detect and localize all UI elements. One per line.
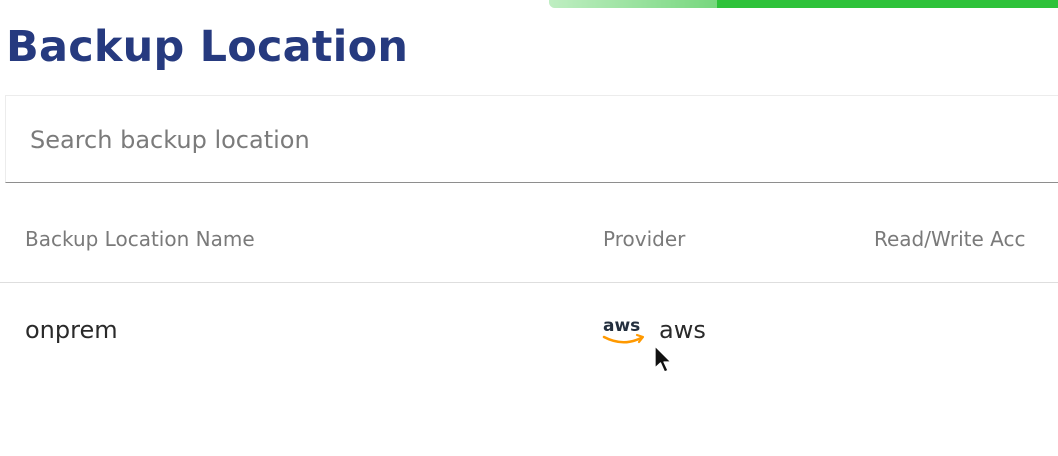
table-row[interactable]: onprem aws aws bbox=[0, 283, 1058, 379]
mouse-pointer-icon bbox=[654, 345, 672, 373]
column-header-provider[interactable]: Provider bbox=[603, 227, 685, 251]
column-header-read-write-access[interactable]: Read/Write Acc bbox=[874, 227, 1025, 251]
provider-cell: aws bbox=[659, 316, 706, 344]
page-title: Backup Location bbox=[6, 22, 409, 72]
aws-logo-icon: aws bbox=[602, 316, 645, 344]
progress-bar-fill bbox=[716, 0, 1058, 8]
aws-logo-text: aws bbox=[603, 316, 640, 336]
progress-bar-track-highlight bbox=[549, 0, 717, 8]
search-input[interactable] bbox=[30, 123, 930, 157]
backup-location-name-cell[interactable]: onprem bbox=[25, 316, 118, 344]
table-header: Backup Location Name Provider Read/Write… bbox=[0, 200, 1058, 283]
column-header-backup-location-name[interactable]: Backup Location Name bbox=[25, 227, 255, 251]
progress-bar bbox=[549, 0, 1058, 8]
backup-location-page: Backup Location Backup Location Name Pro… bbox=[0, 0, 1058, 456]
search-box[interactable] bbox=[5, 95, 1058, 183]
